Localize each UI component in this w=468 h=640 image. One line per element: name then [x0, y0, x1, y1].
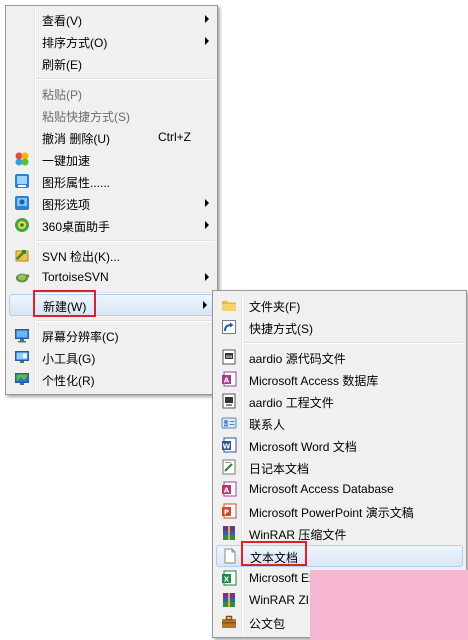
menu-item-graphics-properties[interactable]: 图形属性...... [8, 170, 215, 192]
winrar-archive-icon [221, 525, 237, 541]
menu-item-label: 查看(V) [42, 14, 82, 28]
new-item-powerpoint[interactable]: P Microsoft PowerPoint 演示文稿 [215, 500, 464, 522]
menu-item-graphics-options[interactable]: 图形选项 [8, 192, 215, 214]
menu-item-paste-shortcut[interactable]: 粘贴快捷方式(S) [8, 104, 215, 126]
briefcase-icon [221, 614, 237, 630]
word-doc-icon: W [221, 437, 237, 453]
svg-text:X: X [224, 576, 230, 584]
new-item-aardio-source[interactable]: aa aardio 源代码文件 [215, 346, 464, 368]
menu-item-screen-resolution[interactable]: 屏幕分辨率(C) [8, 324, 215, 346]
gadgets-icon [14, 349, 30, 365]
menu-item-label: WinRAR ZIP [249, 593, 318, 607]
menu-item-label: 屏幕分辨率(C) [42, 330, 119, 344]
text-document-icon [222, 548, 238, 564]
menu-item-label: 小工具(G) [42, 352, 96, 366]
folder-icon [221, 297, 237, 313]
menu-separator [243, 342, 463, 344]
contact-icon [221, 415, 237, 431]
aardio-source-icon: aa [221, 349, 237, 365]
new-item-word-doc[interactable]: W Microsoft Word 文档 [215, 434, 464, 456]
menu-item-refresh[interactable]: 刷新(E) [8, 52, 215, 74]
submenu-arrow-icon [205, 273, 209, 281]
menu-item-speedup[interactable]: 一键加速 [8, 148, 215, 170]
highlight-box-text-document [241, 541, 307, 566]
menu-item-label: 日记本文档 [249, 462, 310, 476]
menu-item-label: TortoiseSVN [42, 270, 109, 284]
menu-item-label: 图形选项 [42, 198, 91, 212]
graphics-options-icon [14, 195, 30, 211]
svg-text:W: W [223, 443, 231, 451]
desktop-context-menu: 查看(V) 排序方式(O) 刷新(E) 粘贴(P) 粘贴快捷方式(S) 撤消 删… [5, 5, 218, 395]
menu-item-paste[interactable]: 粘贴(P) [8, 82, 215, 104]
menu-item-undo-delete[interactable]: 撤消 删除(U) Ctrl+Z [8, 126, 215, 148]
svg-text:A: A [224, 487, 230, 495]
svg-text:P: P [224, 509, 229, 517]
highlight-box-new [33, 290, 96, 317]
menu-item-label: 排序方式(O) [42, 36, 108, 50]
menu-item-360-desktop-assistant[interactable]: 360桌面助手 [8, 214, 215, 236]
menu-item-label: 一键加速 [42, 154, 91, 168]
watermark-overlay [310, 570, 468, 640]
menu-item-label: 快捷方式(S) [249, 322, 313, 336]
new-item-folder[interactable]: 文件夹(F) [215, 294, 464, 316]
submenu-arrow-icon [205, 37, 209, 45]
menu-item-label: Microsoft PowerPoint 演示文稿 [249, 506, 414, 520]
menu-item-svn-checkout[interactable]: SVN 检出(K)... [8, 244, 215, 266]
submenu-arrow-icon [205, 221, 209, 229]
menu-item-personalize[interactable]: 个性化(R) [8, 368, 215, 390]
access-database-icon: A [221, 481, 237, 497]
menu-item-label: 文件夹(F) [249, 300, 301, 314]
menu-item-label: Microsoft Access 数据库 [249, 374, 379, 388]
new-item-shortcut[interactable]: 快捷方式(S) [215, 316, 464, 338]
menu-item-tortoisesvn[interactable]: TortoiseSVN [8, 266, 215, 288]
menu-item-label: Microsoft Access Database [249, 482, 394, 496]
menu-item-label: Microsoft Word 文档 [249, 440, 357, 454]
graphics-properties-icon [14, 173, 30, 189]
new-item-aardio-project[interactable]: aardio 工程文件 [215, 390, 464, 412]
menu-item-label: aardio 工程文件 [249, 396, 334, 410]
excel-icon: X [221, 570, 237, 586]
menu-item-label: 撤消 删除(U) [42, 132, 110, 146]
submenu-arrow-icon [205, 15, 209, 23]
menu-separator [36, 240, 214, 242]
shortcut-icon [221, 319, 237, 335]
menu-item-label: SVN 检出(K)... [42, 250, 121, 264]
personalize-icon [14, 371, 30, 387]
powerpoint-icon: P [221, 503, 237, 519]
menu-item-label: 联系人 [249, 418, 286, 432]
menu-item-gadgets[interactable]: 小工具(G) [8, 346, 215, 368]
menu-separator [36, 78, 214, 80]
svg-text:aa: aa [226, 354, 232, 360]
screen-resolution-icon [14, 327, 30, 343]
menu-item-label: 粘贴(P) [42, 88, 82, 102]
speedup-icon [14, 151, 30, 167]
menu-item-view[interactable]: 查看(V) [8, 8, 215, 30]
new-item-journal-doc[interactable]: 日记本文档 [215, 456, 464, 478]
new-item-access-db[interactable]: A Microsoft Access 数据库 [215, 368, 464, 390]
menu-item-label: 图形属性...... [42, 176, 111, 190]
access-db-icon: A [221, 371, 237, 387]
submenu-arrow-icon [203, 301, 207, 309]
menu-item-label: 粘贴快捷方式(S) [42, 110, 130, 124]
menu-item-label: Microsoft Ex [249, 571, 316, 585]
new-item-access-database[interactable]: A Microsoft Access Database [215, 478, 464, 500]
menu-separator [36, 320, 214, 322]
menu-item-shortcut: Ctrl+Z [158, 130, 191, 144]
tortoisesvn-icon [14, 269, 30, 285]
svg-text:A: A [224, 377, 230, 385]
submenu-arrow-icon [205, 199, 209, 207]
journal-doc-icon [221, 459, 237, 475]
menu-item-label: 公文包 [249, 617, 286, 631]
new-item-contact[interactable]: 联系人 [215, 412, 464, 434]
winrar-zip-icon [221, 592, 237, 608]
menu-item-label: 个性化(R) [42, 374, 95, 388]
svn-checkout-icon [14, 247, 30, 263]
aardio-project-icon [221, 393, 237, 409]
menu-item-label: aardio 源代码文件 [249, 352, 346, 366]
menu-item-label: 刷新(E) [42, 58, 82, 72]
menu-item-label: 360桌面助手 [42, 220, 111, 234]
menu-item-sort-by[interactable]: 排序方式(O) [8, 30, 215, 52]
desktop-assistant-360-icon [14, 217, 30, 233]
